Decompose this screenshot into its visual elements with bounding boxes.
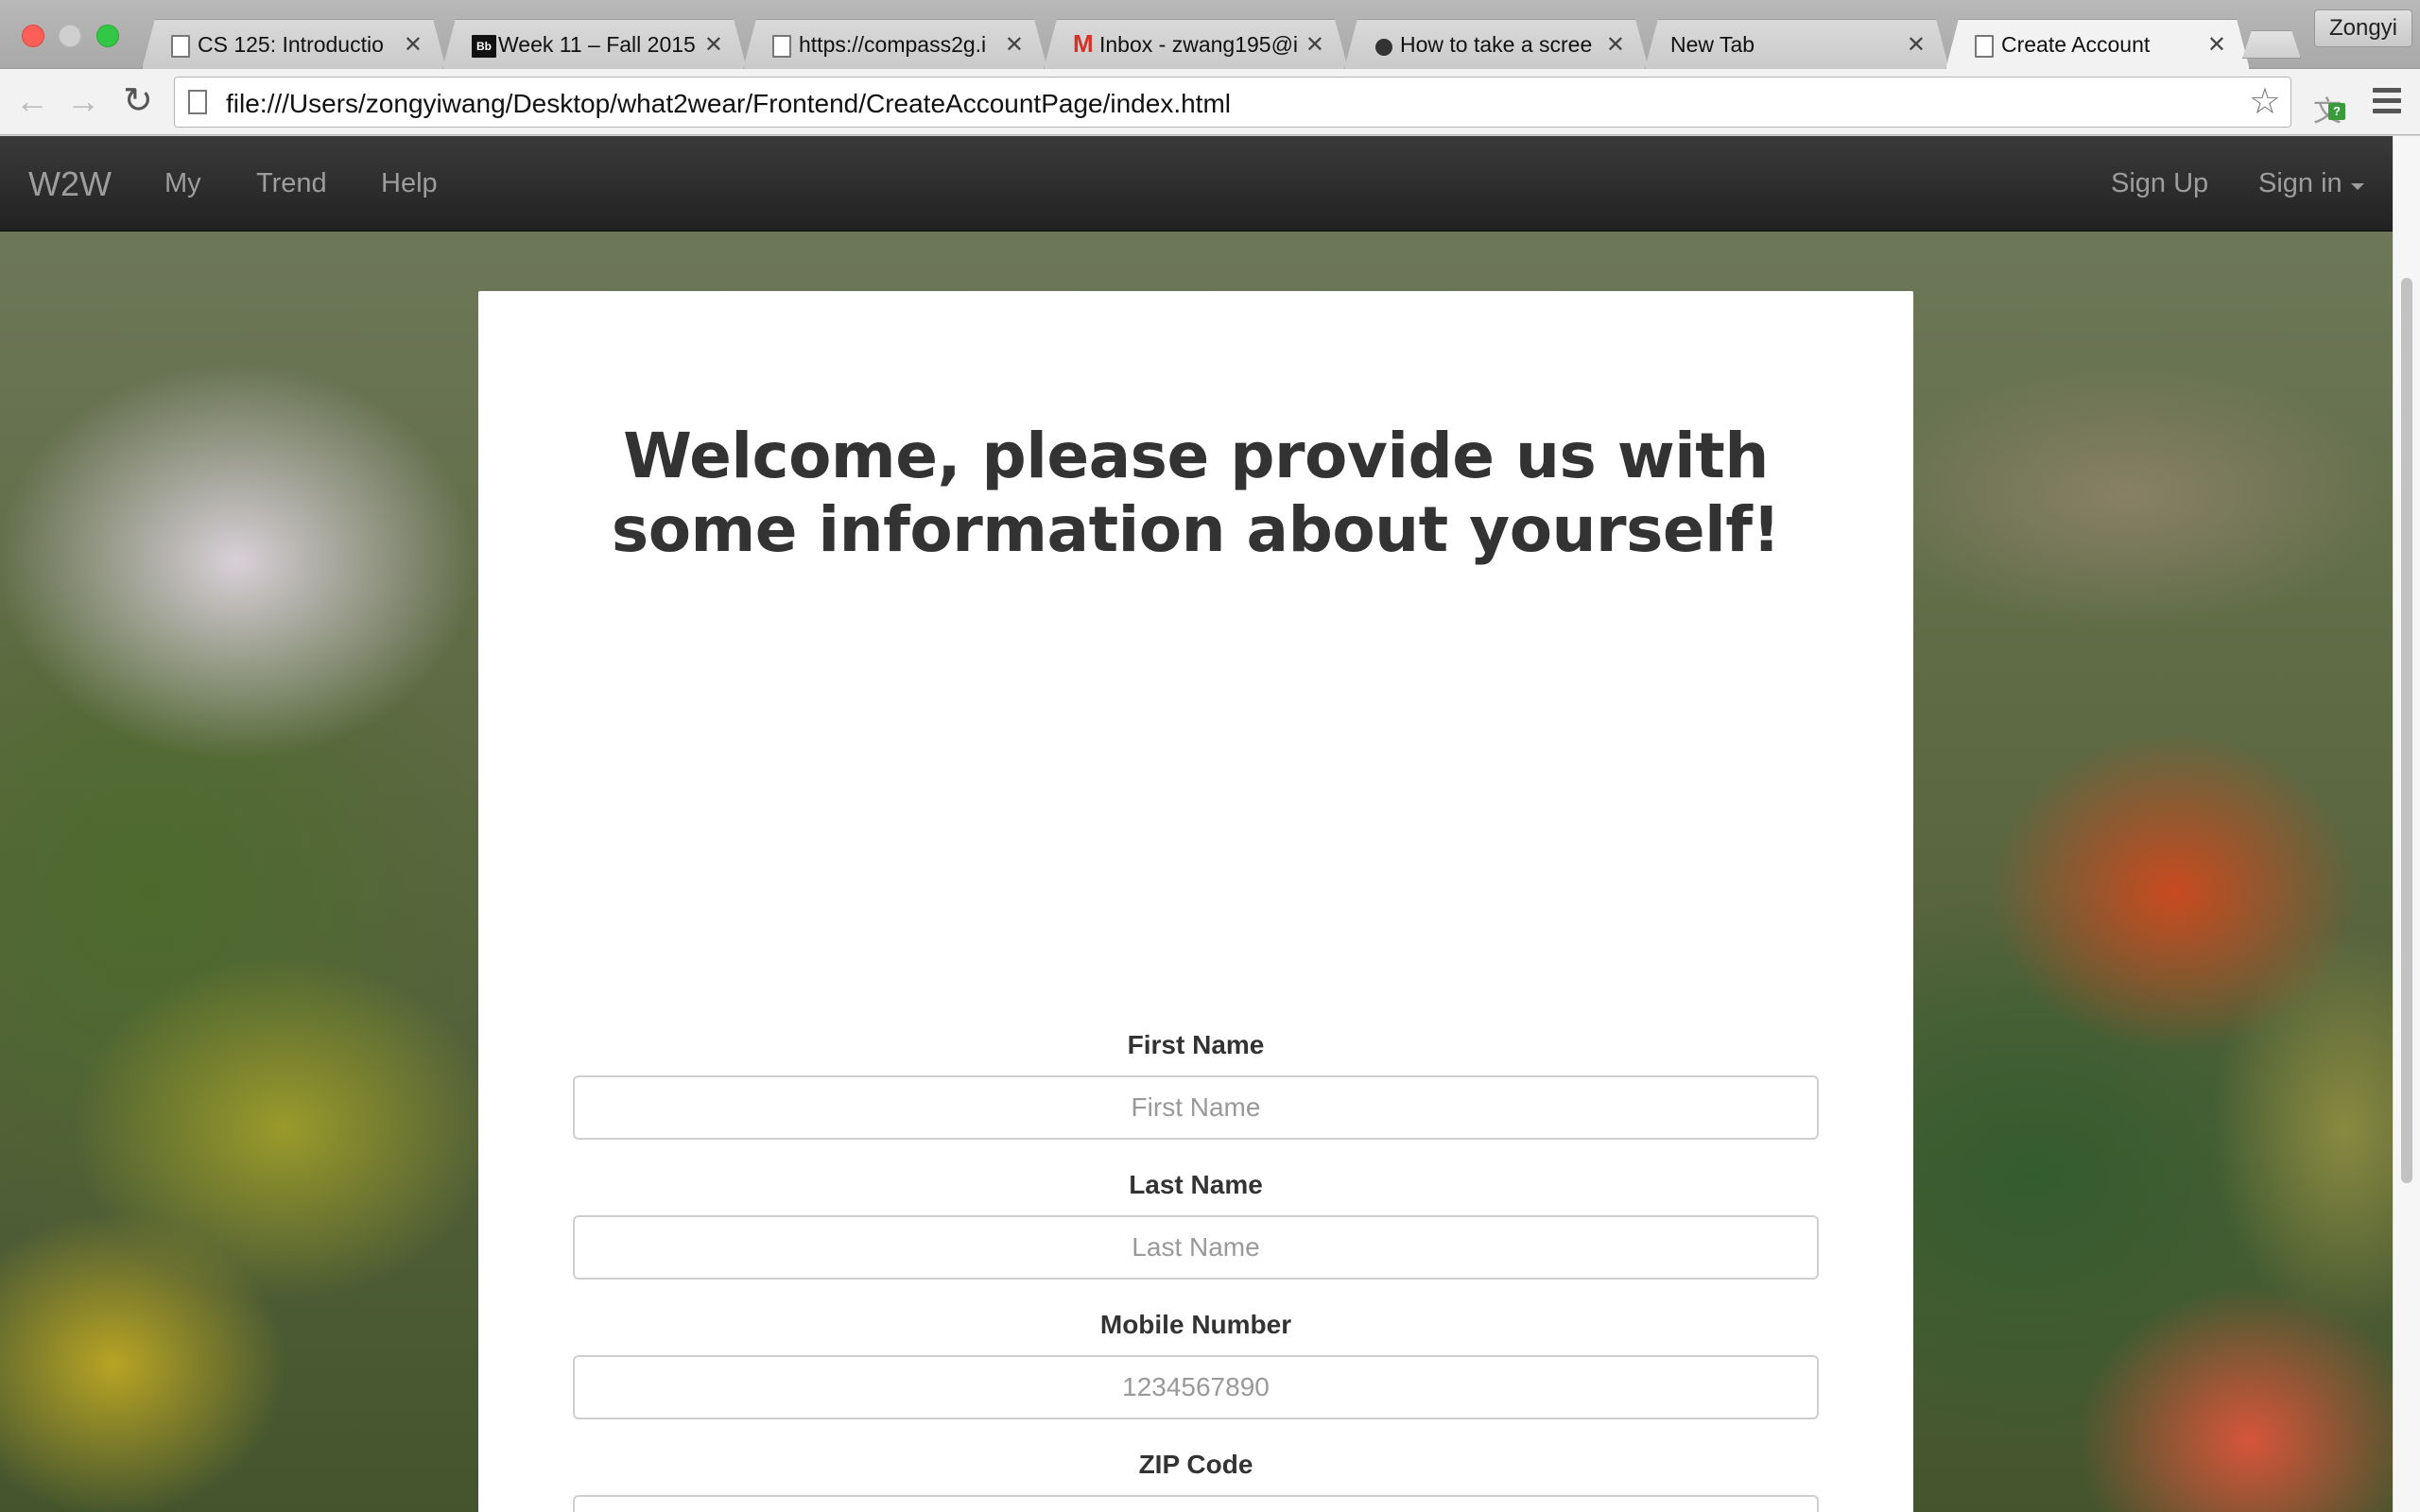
site-navbar: W2W My Trend Help Sign Up Sign in (0, 136, 2393, 232)
tab-week11[interactable]: Bb Week 11 – Fall 2015 ✕ (442, 19, 747, 69)
close-icon[interactable]: ✕ (1005, 31, 1024, 59)
first-name-input[interactable] (573, 1075, 1819, 1140)
tab-cs125[interactable]: CS 125: Introductio ✕ (142, 19, 446, 69)
tab-title: Week 11 – Fall 2015 (498, 32, 696, 57)
close-icon[interactable]: ✕ (1907, 31, 1926, 59)
page-scrollbar[interactable] (2393, 136, 2420, 1512)
tab-title: Create Account (2001, 32, 2151, 57)
extension-badge: ? (2328, 103, 2345, 120)
nav-link-trend[interactable]: Trend (256, 168, 327, 199)
profile-button[interactable]: Zongyi (2314, 9, 2412, 47)
back-arrow-icon[interactable]: ← (15, 82, 49, 120)
zip-code-input[interactable] (573, 1495, 1819, 1512)
tab-list: CS 125: Introductio ✕ Bb Week 11 – Fall … (142, 19, 2278, 69)
page-icon (1975, 35, 1994, 58)
browser-tab-strip: CS 125: Introductio ✕ Bb Week 11 – Fall … (0, 0, 2420, 69)
tab-create-account[interactable]: Create Account ✕ (1945, 19, 2250, 70)
tab-title: New Tab (1670, 32, 1755, 57)
hamburger-menu-icon[interactable] (2373, 88, 2401, 114)
page-icon (188, 90, 207, 114)
close-icon[interactable]: ✕ (1305, 31, 1324, 59)
bookmark-star-icon[interactable]: ☆ (2249, 83, 2281, 121)
create-account-card: Welcome, please provide us with some inf… (478, 291, 1913, 1512)
tab-title: How to take a scree (1400, 32, 1593, 57)
window-minimize-button[interactable] (59, 25, 81, 47)
last-name-label: Last Name (1129, 1170, 1263, 1199)
close-icon[interactable]: ✕ (404, 31, 423, 59)
blackboard-icon: Bb (472, 35, 496, 58)
nav-link-help[interactable]: Help (381, 168, 438, 199)
last-name-input[interactable] (573, 1215, 1819, 1280)
scrollbar-thumb[interactable] (2401, 278, 2412, 1183)
browser-toolbar: ← → ↻ file:///Users/zongyiwang/Desktop/w… (0, 69, 2420, 135)
close-icon[interactable]: ✕ (1606, 31, 1625, 59)
tab-compass[interactable]: https://compass2g.i ✕ (743, 19, 1047, 69)
page-icon (171, 35, 190, 58)
nav-link-my[interactable]: My (164, 168, 201, 199)
gmail-icon: M (1073, 29, 1094, 58)
new-tab-button[interactable] (2242, 30, 2301, 59)
url-text[interactable]: file:///Users/zongyiwang/Desktop/what2we… (226, 89, 1231, 119)
mobile-number-input[interactable] (573, 1355, 1819, 1419)
tab-inbox[interactable]: M Inbox - zwang195@i ✕ (1044, 19, 1348, 69)
tab-title: https://compass2g.i (799, 32, 987, 57)
page-title: Welcome, please provide us with some inf… (611, 420, 1781, 566)
page-viewport: W2W My Trend Help Sign Up Sign in Welcom… (0, 136, 2393, 1512)
mobile-number-label: Mobile Number (1099, 1310, 1292, 1339)
caret-down-icon[interactable] (2351, 183, 2364, 190)
reload-icon[interactable]: ↻ (123, 82, 153, 120)
close-icon[interactable]: ✕ (2207, 31, 2226, 59)
tab-title: CS 125: Introductio (198, 32, 384, 57)
tab-screenshot-help[interactable]: How to take a scree ✕ (1344, 19, 1649, 69)
zip-code-label: ZIP Code (1138, 1450, 1253, 1479)
first-name-label: First Name (1127, 1030, 1265, 1059)
page-icon (772, 35, 791, 58)
window-close-button[interactable] (22, 25, 44, 47)
forward-arrow-icon[interactable]: → (66, 82, 100, 120)
apple-icon (1374, 35, 1394, 58)
nav-link-sign-up[interactable]: Sign Up (2111, 168, 2208, 199)
close-icon[interactable]: ✕ (704, 31, 723, 59)
nav-link-sign-in[interactable]: Sign in (2258, 168, 2342, 199)
tab-title: Inbox - zwang195@i (1099, 32, 1298, 57)
brand-link[interactable]: W2W (28, 164, 112, 204)
address-bar[interactable]: file:///Users/zongyiwang/Desktop/what2we… (174, 77, 2291, 128)
window-zoom-button[interactable] (96, 25, 119, 47)
extension-icon[interactable]: 文 ? (2311, 84, 2345, 128)
tab-new-tab[interactable]: New Tab ✕ (1645, 19, 1949, 69)
